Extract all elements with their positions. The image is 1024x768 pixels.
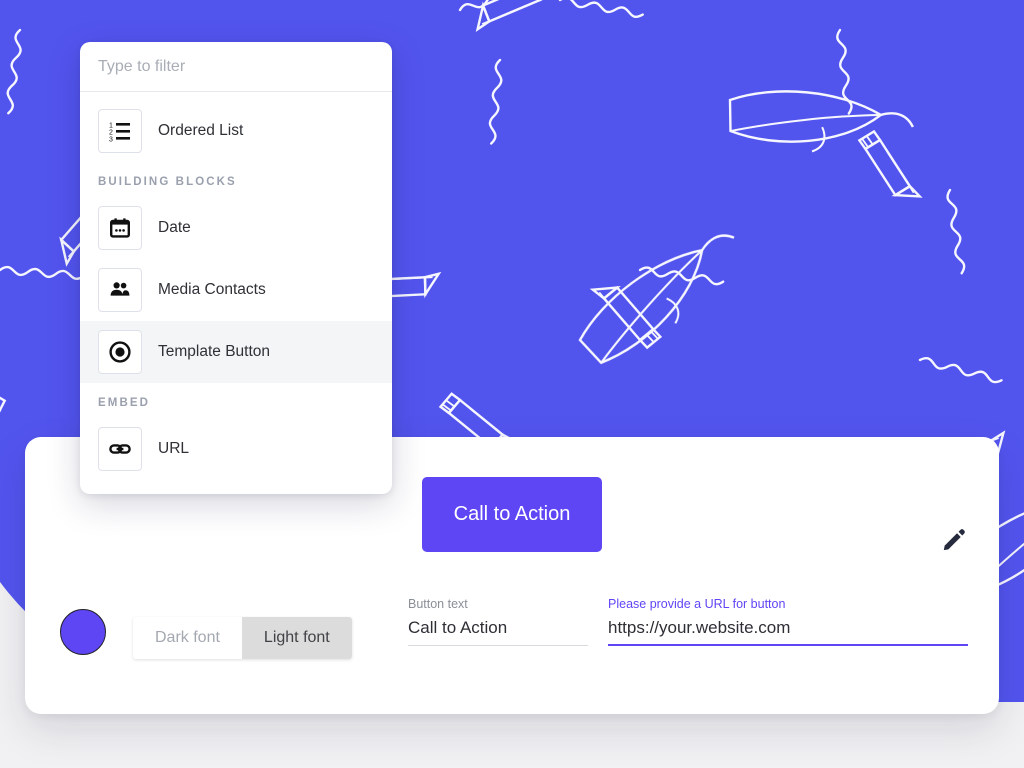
picker-item-label: URL xyxy=(158,440,190,457)
picker-item-label: Date xyxy=(158,219,191,236)
picker-item-date[interactable]: Date xyxy=(80,197,392,259)
picker-item-label: Template Button xyxy=(158,343,271,360)
svg-text:3: 3 xyxy=(109,137,113,144)
font-toggle-light[interactable]: Light font xyxy=(241,617,352,659)
link-icon xyxy=(98,427,142,471)
button-text-input[interactable] xyxy=(408,618,588,646)
cta-preview-button[interactable]: Call to Action xyxy=(422,477,602,552)
pencil-icon[interactable] xyxy=(939,525,969,555)
picker-item-label: Media Contacts xyxy=(158,281,266,298)
button-color-swatch[interactable] xyxy=(60,609,106,655)
app-root: 1 2 3 Ordered List BUILDING BLOCKS xyxy=(0,0,1024,768)
button-url-field: Please provide a URL for button xyxy=(608,597,968,646)
svg-text:2: 2 xyxy=(109,130,113,137)
button-text-label: Button text xyxy=(408,597,468,611)
ordered-list-icon: 1 2 3 xyxy=(98,109,142,153)
button-url-input[interactable] xyxy=(608,618,968,646)
font-toggle-dark-label: Dark font xyxy=(155,629,220,646)
filter-input[interactable] xyxy=(98,57,374,76)
button-text-field: Button text xyxy=(408,597,588,646)
block-picker-list: 1 2 3 Ordered List BUILDING BLOCKS Date … xyxy=(80,100,392,494)
font-toggle-light-label: Light font xyxy=(263,629,330,646)
font-style-toggle: Dark font Light font xyxy=(133,617,352,659)
font-toggle-dark[interactable]: Dark font xyxy=(133,617,242,659)
picker-item-media-contacts[interactable]: Media Contacts xyxy=(80,259,392,321)
svg-text:1: 1 xyxy=(109,123,113,130)
cta-preview-button-label: Call to Action xyxy=(453,503,571,525)
picker-group-label-building-blocks: BUILDING BLOCKS xyxy=(98,176,237,188)
picker-item-template-button[interactable]: Template Button xyxy=(80,321,392,383)
block-picker-dropdown: 1 2 3 Ordered List BUILDING BLOCKS xyxy=(80,42,392,494)
picker-item-url[interactable]: URL xyxy=(80,418,392,480)
people-icon xyxy=(98,268,142,312)
button-url-label: Please provide a URL for button xyxy=(608,597,786,611)
radio-target-icon xyxy=(98,330,142,374)
calendar-icon xyxy=(98,206,142,250)
picker-group-label-embed: EMBED xyxy=(98,397,151,409)
picker-item-ordered-list[interactable]: 1 2 3 Ordered List xyxy=(80,100,392,162)
filter-search-row xyxy=(80,42,392,92)
picker-item-label: Ordered List xyxy=(158,122,244,139)
